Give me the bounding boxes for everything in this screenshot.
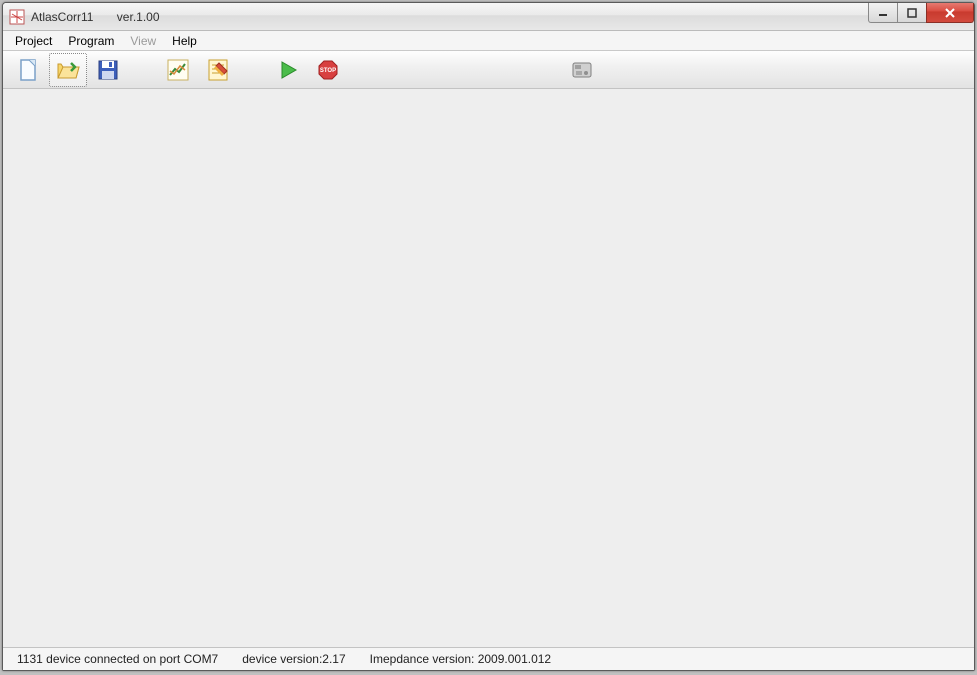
menu-help[interactable]: Help <box>164 32 205 50</box>
open-folder-icon <box>55 57 81 83</box>
content-area <box>3 89 974 648</box>
close-button[interactable] <box>926 3 974 23</box>
new-button[interactable] <box>9 53 47 87</box>
menu-view: View <box>122 32 164 50</box>
device-button[interactable] <box>563 53 601 87</box>
window-controls <box>869 3 974 23</box>
menubar: Project Program View Help <box>3 31 974 51</box>
open-button[interactable] <box>49 53 87 87</box>
run-button[interactable] <box>269 53 307 87</box>
minimize-button[interactable] <box>868 3 898 23</box>
menu-project[interactable]: Project <box>7 32 60 50</box>
maximize-icon <box>907 8 917 18</box>
svg-text:STOP: STOP <box>320 68 336 74</box>
minimize-icon <box>878 8 888 18</box>
close-icon <box>944 8 956 18</box>
play-icon <box>276 58 300 82</box>
status-device-version: device version:2.17 <box>242 652 345 666</box>
menu-program[interactable]: Program <box>60 32 122 50</box>
stop-button[interactable]: STOP <box>309 53 347 87</box>
new-file-icon <box>15 57 41 83</box>
status-connection: 1131 device connected on port COM7 <box>17 652 218 666</box>
app-icon <box>9 9 25 25</box>
chart-button[interactable] <box>159 53 197 87</box>
stop-icon: STOP <box>316 58 340 82</box>
save-floppy-icon <box>95 57 121 83</box>
save-button[interactable] <box>89 53 127 87</box>
statusbar: 1131 device connected on port COM7 devic… <box>3 648 974 670</box>
app-window: AtlasCorr11 ver.1.00 Project <box>2 2 975 671</box>
window-title: AtlasCorr11 ver.1.00 <box>31 10 160 24</box>
toolbar: STOP <box>3 51 974 89</box>
status-impedance-version: Imepdance version: 2009.001.012 <box>370 652 551 666</box>
maximize-button[interactable] <box>897 3 927 23</box>
device-icon <box>569 57 595 83</box>
titlebar[interactable]: AtlasCorr11 ver.1.00 <box>3 3 974 31</box>
notes-icon <box>205 57 231 83</box>
chart-icon <box>165 57 191 83</box>
notes-button[interactable] <box>199 53 237 87</box>
